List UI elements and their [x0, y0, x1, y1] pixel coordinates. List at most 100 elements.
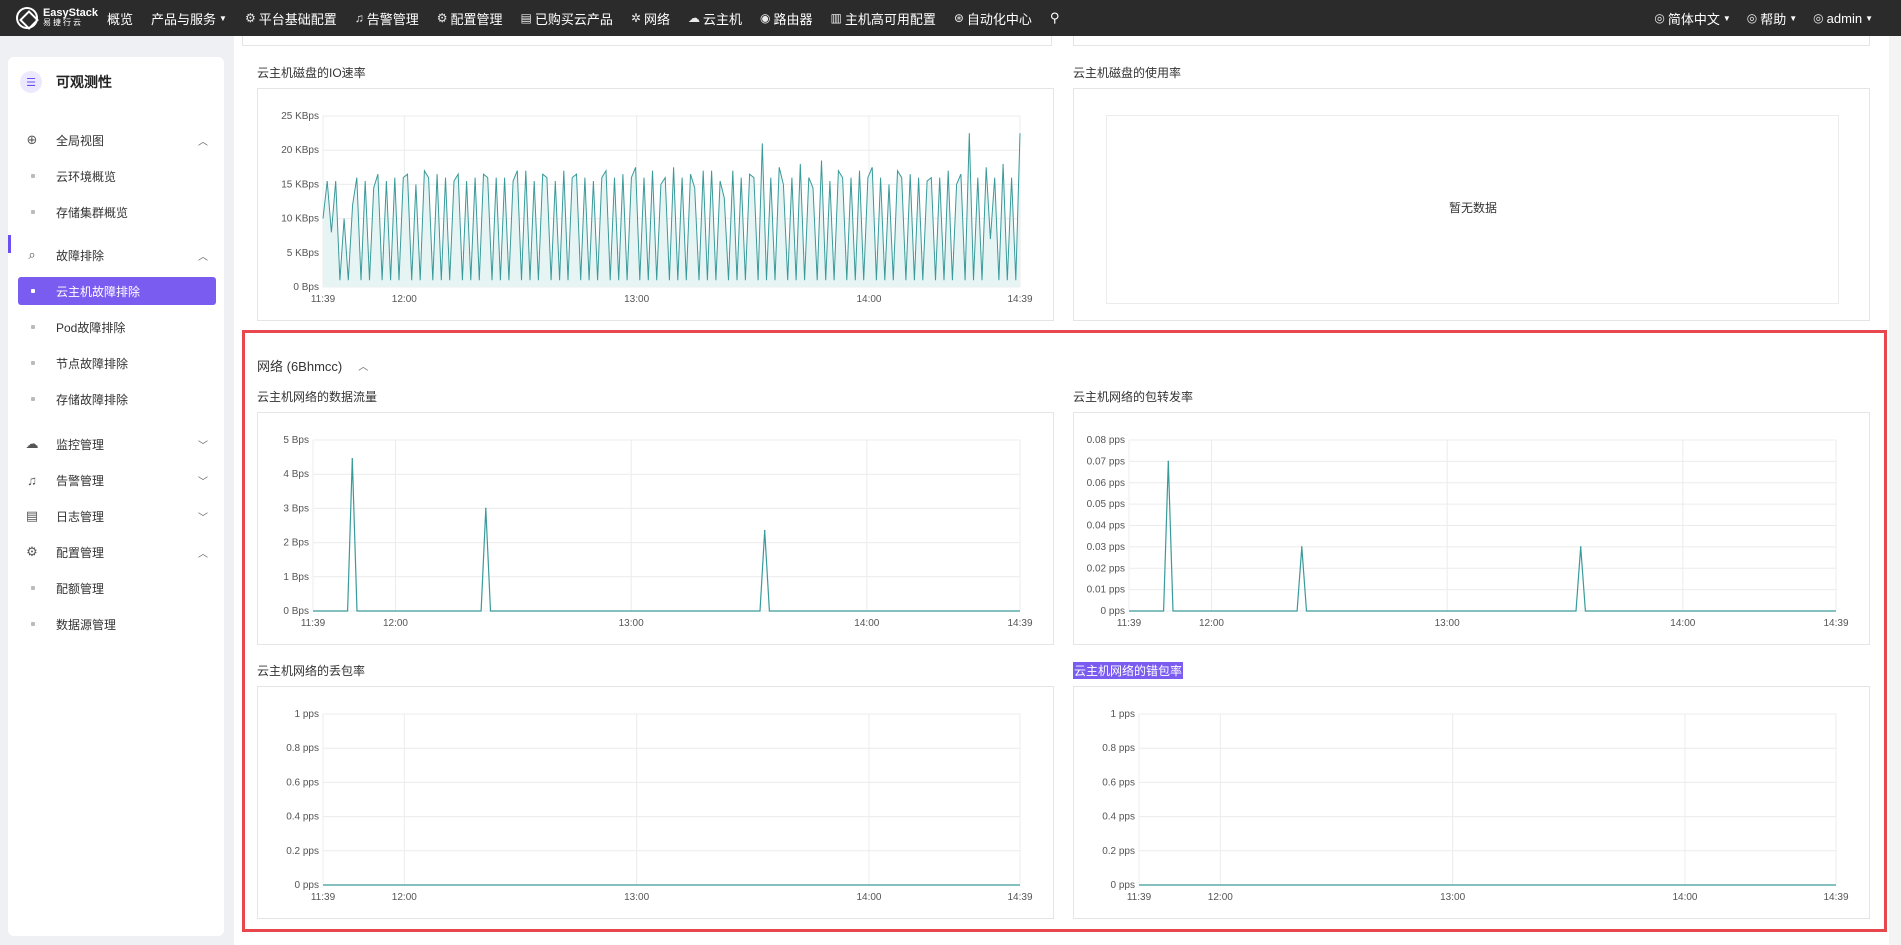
y-tick-label: 3 Bps: [283, 503, 309, 514]
language-label: 简体中文: [1667, 11, 1720, 27]
nav-item-label: 概览: [107, 11, 134, 27]
sidebar-item-label: 故障排除: [56, 248, 105, 263]
logo-icon: [16, 7, 38, 29]
sidebar-item-4[interactable]: 云主机故障排除: [18, 277, 216, 305]
x-tick-label: 14:39: [1007, 294, 1032, 305]
bullet-icon: [31, 289, 35, 293]
y-tick-label: 25 KBps: [281, 111, 319, 122]
y-tick-label: 0.8 pps: [286, 743, 319, 754]
sidebar-item-9[interactable]: ♫ ﹀ 告警管理: [8, 466, 224, 494]
bullet-icon: [31, 361, 35, 365]
sidebar-item-10[interactable]: ▤ ﹀ 日志管理: [8, 502, 224, 530]
x-tick-label: 14:00: [854, 618, 879, 629]
list-icon: ▤: [520, 11, 532, 25]
chevron-up-icon[interactable]: ︿: [198, 248, 208, 263]
sidebar-item-label: 配额管理: [56, 581, 105, 596]
sidebar-item-2[interactable]: 存储集群概览: [8, 198, 224, 226]
x-tick-label: 14:00: [856, 294, 881, 305]
y-tick-label: 0 pps: [295, 880, 319, 891]
y-tick-label: 1 pps: [295, 709, 319, 720]
x-tick-label: 14:39: [1007, 892, 1032, 903]
net-drop-chart[interactable]: 0 pps 0.2 pps 0.4 pps 0.6 pps 0.8 pps 1 pps 11…: [257, 686, 1054, 919]
bell-icon: ♫: [354, 11, 364, 25]
nav-item-2[interactable]: ⚙ 平台基础配置: [236, 0, 346, 36]
sidebar-item-12[interactable]: 配额管理: [8, 574, 224, 602]
spike-point: [485, 507, 487, 510]
pin-icon[interactable]: ⚲: [1041, 0, 1069, 36]
help-menu[interactable]: ◎ 帮助 ▼: [1739, 0, 1805, 36]
sidebar-item-label: 配置管理: [56, 545, 105, 560]
net-error-chart[interactable]: 0 pps 0.2 pps 0.4 pps 0.6 pps 0.8 pps 1 pps 11…: [1073, 686, 1870, 919]
config-icon: ⚙: [26, 544, 38, 559]
x-tick-label: 12:00: [392, 294, 417, 305]
bullet-icon: [31, 210, 35, 214]
y-tick-label: 0.08 pps: [1087, 435, 1125, 446]
disk-io-chart[interactable]: 0 Bps 5 KBps 10 KBps 15 KBps 20 KBps 25 KBps 1…: [257, 88, 1054, 321]
sidebar-item-label: 云环境概览: [56, 169, 117, 184]
chevron-up-icon[interactable]: ︿: [358, 358, 368, 373]
top-nav-bar: EasyStack 易捷行云 概览 产品与服务 ▼ ⚙ 平台基础配置 ♫ 告警管理 ⚙ 配置管理…: [0, 0, 1901, 36]
sidebar-item-6[interactable]: 节点故障排除: [8, 349, 224, 377]
sidebar-item-7[interactable]: 存储故障排除: [8, 385, 224, 413]
bullet-icon: [31, 586, 35, 590]
nav-item-0[interactable]: 概览: [98, 0, 142, 36]
sidebar-item-5[interactable]: Pod故障排除: [8, 313, 224, 341]
chevron-down-icon[interactable]: ﹀: [198, 437, 208, 452]
x-tick-label: 13:00: [624, 892, 649, 903]
nav-item-1[interactable]: 产品与服务 ▼: [142, 0, 236, 36]
sidebar-item-13[interactable]: 数据源管理: [8, 610, 224, 638]
nav-item-6[interactable]: ✲ 网络: [622, 0, 679, 36]
disk-usage-chart[interactable]: 暂无数据: [1073, 88, 1870, 321]
y-tick-label: 0.6 pps: [1102, 777, 1135, 788]
user-label: admin: [1826, 10, 1863, 26]
net-pps-chart[interactable]: 0 pps 0.01 pps 0.02 pps 0.03 pps 0.04 pps 0.0…: [1073, 412, 1870, 645]
y-tick-label: 0.2 pps: [1102, 846, 1135, 857]
nav-item-7[interactable]: ☁ 云主机: [679, 0, 751, 36]
nav-item-10[interactable]: ⊛ 自动化中心: [945, 0, 1041, 36]
chevron-down-icon[interactable]: ﹀: [198, 509, 208, 524]
page-scrollbar[interactable]: [1889, 36, 1901, 945]
user-menu[interactable]: ◎ admin ▼: [1805, 0, 1881, 36]
net-traffic-chart[interactable]: 0 Bps 1 Bps 2 Bps 3 Bps 4 Bps 5 Bps 11:39 12:00…: [257, 412, 1054, 645]
y-tick-label: 15 KBps: [281, 179, 319, 190]
net-error-title: 云主机网络的错包率: [1073, 662, 1184, 679]
nav-item-5[interactable]: ▤ 已购买云产品: [512, 0, 622, 36]
sidebar-item-3[interactable]: ⌕ ︿ 故障排除: [8, 241, 224, 269]
nav-item-label: 路由器: [773, 11, 813, 27]
y-tick-label: 0 Bps: [293, 282, 319, 293]
x-tick-label: 11:39: [1127, 892, 1152, 903]
spike-point: [763, 529, 766, 532]
y-tick-label: 0.03 pps: [1087, 542, 1125, 553]
sidebar-item-label: 云主机故障排除: [56, 284, 141, 299]
chevron-up-icon[interactable]: ︿: [198, 133, 208, 148]
network-section-header[interactable]: 网络 (6Bhmcc) ︿: [257, 356, 368, 375]
sidebar-item-11[interactable]: ⚙ ︿ 配置管理: [8, 538, 224, 566]
help-label: 帮助: [1760, 11, 1787, 27]
bullet-icon: [31, 174, 35, 178]
language-selector[interactable]: ◎ 简体中文 ▼: [1646, 0, 1738, 36]
y-tick-label: 4 Bps: [283, 469, 309, 480]
previous-card-edge: [1073, 36, 1870, 46]
nav-item-4[interactable]: ⚙ 配置管理: [428, 0, 512, 36]
previous-card-edge: [242, 36, 1052, 46]
nav-item-label: 平台基础配置: [258, 11, 337, 27]
nav-item-8[interactable]: ◉ 路由器: [751, 0, 822, 36]
monitor-icon: ☁: [25, 436, 39, 451]
sidebar-item-0[interactable]: ⊕ ︿ 全局视图: [8, 126, 224, 154]
easystack-logo[interactable]: EasyStack 易捷行云: [16, 7, 98, 29]
y-tick-label: 1 pps: [1111, 709, 1135, 720]
x-tick-label: 14:39: [1823, 892, 1848, 903]
user-icon: ◎: [1813, 11, 1824, 25]
sidebar-item-8[interactable]: ☁ ﹀ 监控管理: [8, 430, 224, 458]
y-tick-label: 0 pps: [1111, 880, 1135, 891]
x-tick-label: 14:39: [1007, 618, 1032, 629]
chevron-up-icon[interactable]: ︿: [198, 545, 208, 560]
nav-item-9[interactable]: ▥ 主机高可用配置: [821, 0, 944, 36]
net-traffic-title: 云主机网络的数据流量: [257, 390, 378, 404]
empty-data-text: 暂无数据: [1449, 201, 1498, 215]
chevron-down-icon[interactable]: ﹀: [198, 473, 208, 488]
y-tick-label: 2 Bps: [283, 538, 309, 549]
nav-item-3[interactable]: ♫ 告警管理: [346, 0, 428, 36]
sidebar-item-1[interactable]: 云环境概览: [8, 162, 224, 190]
sidebar-item-label: 监控管理: [56, 437, 105, 452]
